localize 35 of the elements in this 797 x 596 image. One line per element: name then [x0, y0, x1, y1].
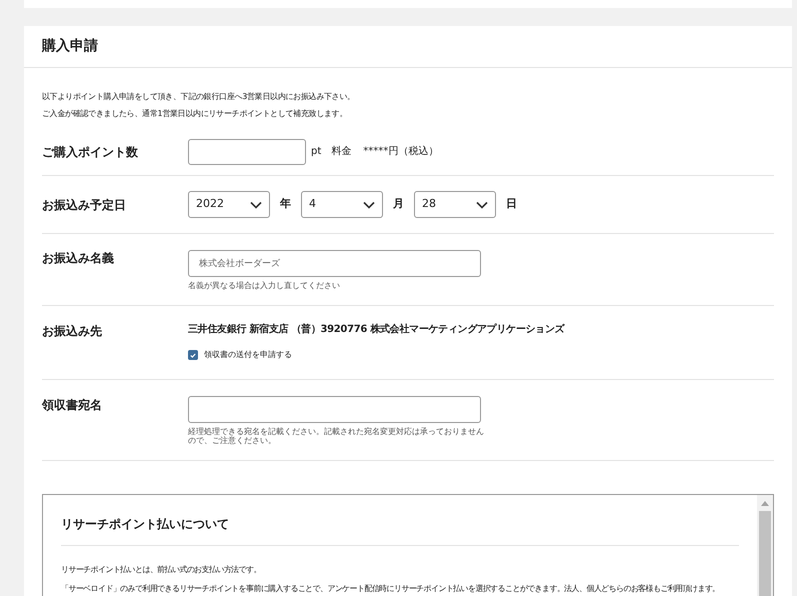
unit-text: pt [311, 145, 322, 159]
field-label: 領収書宛名 [42, 397, 103, 414]
info-paragraph: 「サーベロイド」のみで利用できるリサーチポイントを事前に購入することで、アンケート配信時にリサーチポイント払いを選択することができます。法人、個人どちらのお客様もご利用頂けます。 [61, 583, 721, 595]
date-select[interactable]: 4 [301, 191, 383, 218]
points-input[interactable] [188, 138, 306, 164]
checkmark-icon [190, 352, 196, 358]
bank-account-text: 三井住友銀行 新宿支店 （普）3920776 株式会社マーケティングアプリケーションズ [188, 322, 564, 337]
intro-text: ご入金が確認できましたら、通常1営業日以内にリサーチポイントとして補充致します。 [42, 108, 348, 120]
field-label: ご購入ポイント数 [42, 144, 139, 160]
field-label: お振込み予定日 [42, 196, 127, 214]
field-label: お振込み先 [42, 323, 103, 340]
field-label: お振込み名義 [42, 250, 115, 267]
card-title: 購入申請 [42, 37, 98, 56]
date-select[interactable]: 2022 [188, 191, 270, 218]
receipt-checkbox[interactable] [188, 350, 198, 360]
scrollbar[interactable] [757, 495, 773, 596]
chevron-down-icon [363, 200, 375, 208]
info-title: リサーチポイント払いについて [61, 515, 739, 546]
fee-text: *****円（税込） [363, 144, 438, 159]
chevron-down-icon [476, 200, 488, 208]
date-unit: 日 [506, 196, 517, 212]
info-paragraph: リサーチポイント払いとは、前払い式のお支払い方法です。 [61, 564, 262, 576]
chevron-down-icon [250, 200, 262, 208]
fee-label: 料金 [331, 144, 352, 159]
date-unit: 年 [280, 196, 291, 212]
scrollbar-thumb[interactable] [759, 511, 771, 596]
payer-name-input[interactable]: 株式会社ボーダーズ [188, 250, 481, 277]
date-select[interactable]: 28 [414, 191, 496, 218]
hint-text: 名義が異なる場合は入力し直してください [188, 280, 341, 292]
date-unit: 月 [393, 196, 404, 212]
hint-text: 経理処理できる宛名を記載ください。記載された宛名変更対応は承っておりませんので、ご注意ください。 [188, 427, 485, 445]
scroll-up-icon[interactable] [761, 501, 769, 506]
receipt-name-input[interactable] [188, 396, 481, 423]
intro-text: 以下よりポイント購入申請をして頂き、下記の銀行口座へ3営業日以内にお振込み下さい。 [42, 91, 356, 103]
checkbox-label: 領収書の送付を申請する [204, 349, 292, 361]
